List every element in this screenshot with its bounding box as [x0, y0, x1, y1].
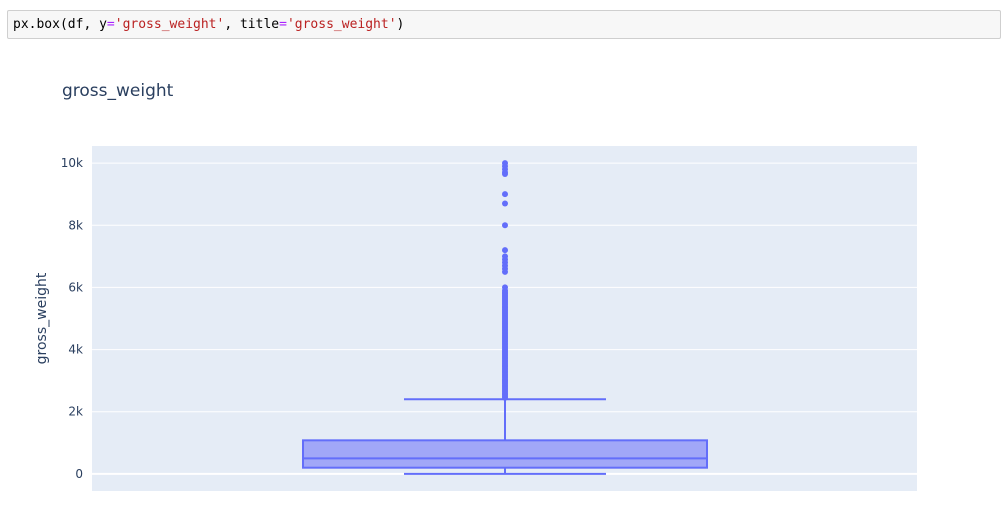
- outlier-point: [502, 200, 508, 207]
- box-plot-chart: gross_weight 0 2k 4k 6k 8k 10k gross_weight: [34, 81, 917, 491]
- outlier-point: [502, 191, 508, 198]
- y-tick-label: 10k: [61, 156, 83, 170]
- y-tick-label: 4k: [68, 343, 83, 357]
- y-tick-labels: 0 2k 4k 6k 8k 10k: [61, 156, 83, 481]
- outlier-point: [502, 247, 508, 254]
- y-tick-label: 8k: [68, 218, 83, 232]
- outlier-point: [502, 253, 508, 260]
- y-tick-label: 0: [75, 467, 83, 481]
- y-tick-label: 6k: [68, 280, 83, 294]
- y-axis-title: gross_weight: [34, 272, 50, 364]
- iqr-box[interactable]: [302, 439, 708, 469]
- outlier-point: [502, 284, 508, 291]
- chart-title: gross_weight: [62, 81, 174, 101]
- outlier-point: [502, 222, 508, 229]
- y-tick-label: 2k: [68, 405, 83, 419]
- outlier-point: [502, 160, 508, 167]
